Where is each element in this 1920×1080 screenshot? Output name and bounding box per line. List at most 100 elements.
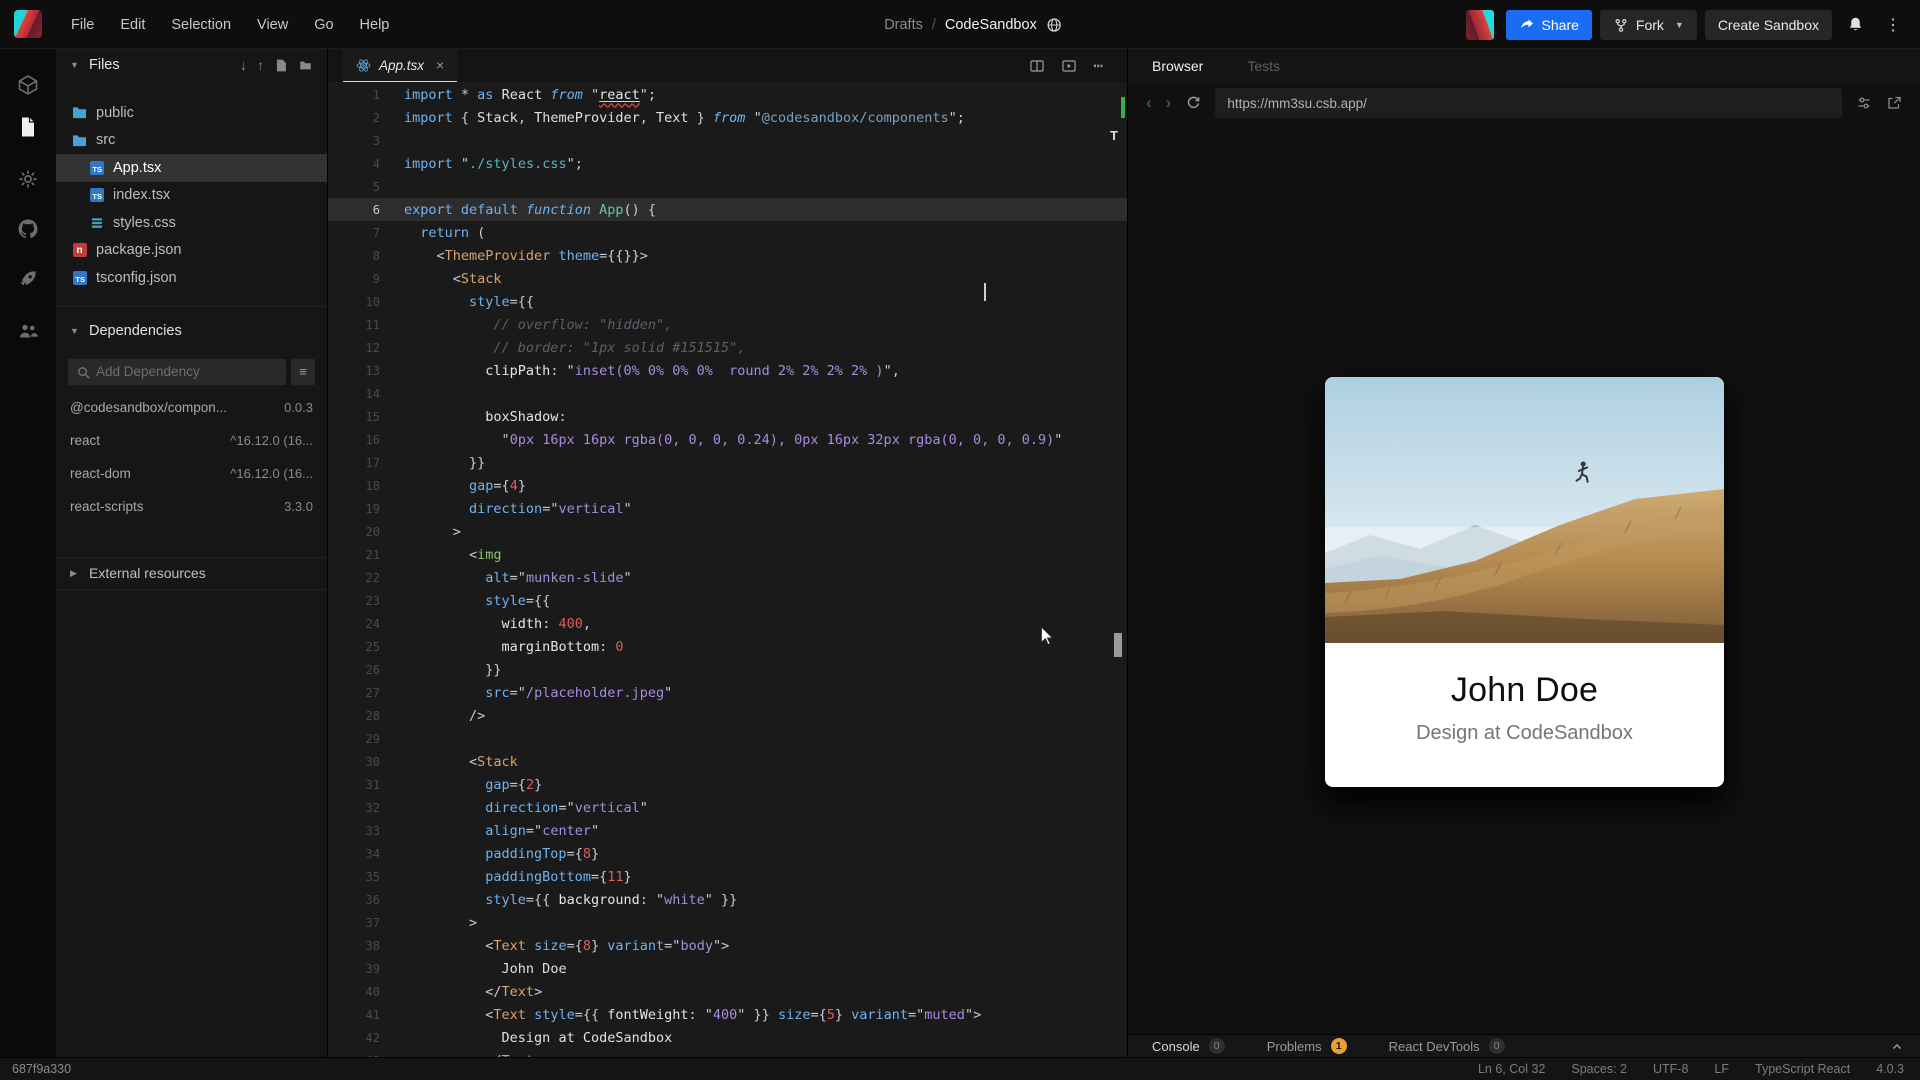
external-resources-header[interactable]: ▶ External resources bbox=[56, 558, 327, 589]
split-view-icon[interactable] bbox=[1029, 58, 1045, 74]
fork-button[interactable]: Fork ▼ bbox=[1599, 9, 1697, 40]
editor-scrollbar[interactable]: T bbox=[1110, 82, 1125, 1057]
line-number: 30 bbox=[365, 754, 380, 769]
tab-tests[interactable]: Tests bbox=[1247, 58, 1280, 74]
devtools-tab-react-devtools[interactable]: React DevTools 0 bbox=[1389, 1038, 1505, 1054]
status-typescript-react[interactable]: TypeScript React bbox=[1755, 1062, 1850, 1076]
code-line-14: 14 bbox=[328, 382, 1127, 405]
dependency-name: react-scripts bbox=[70, 498, 144, 514]
code-line-25: 25 marginBottom: 0 bbox=[328, 635, 1127, 658]
new-folder-icon[interactable] bbox=[298, 58, 313, 72]
editor-more-icon[interactable]: ⋯ bbox=[1093, 56, 1105, 75]
settings-gear-icon[interactable] bbox=[16, 167, 40, 191]
line-number: 7 bbox=[372, 225, 380, 240]
github-icon[interactable] bbox=[16, 217, 40, 241]
scrollbar-handle[interactable] bbox=[1114, 633, 1122, 657]
line-number: 23 bbox=[365, 593, 380, 608]
dependency-version: ^16.12.0 (16... bbox=[230, 432, 313, 448]
url-input[interactable]: https://mm3su.csb.app/ bbox=[1215, 88, 1842, 118]
status-utf-8[interactable]: UTF-8 bbox=[1653, 1062, 1688, 1076]
share-button[interactable]: Share bbox=[1505, 9, 1592, 40]
dependency-filter-icon[interactable]: ≡ bbox=[291, 358, 315, 385]
status-ln-6-col-32[interactable]: Ln 6, Col 32 bbox=[1478, 1062, 1545, 1076]
more-options-icon[interactable]: ⋮ bbox=[1878, 10, 1908, 40]
menu-go[interactable]: Go bbox=[301, 11, 346, 39]
file-label: public bbox=[96, 104, 134, 121]
dependencies-section-header[interactable]: ▼ Dependencies bbox=[56, 315, 327, 347]
code-editor[interactable]: 1 import * as React from "react"; 2 import … bbox=[328, 82, 1127, 1057]
notifications-bell-icon[interactable] bbox=[1840, 10, 1870, 40]
forward-icon[interactable]: › bbox=[1166, 93, 1172, 113]
responsive-preview-icon[interactable] bbox=[1856, 95, 1872, 111]
code-line-6: 6 export default function App() { bbox=[328, 198, 1127, 221]
menu-view[interactable]: View bbox=[244, 11, 301, 39]
back-icon[interactable]: ‹ bbox=[1146, 93, 1152, 113]
file-explorer-icon[interactable] bbox=[16, 115, 40, 139]
dependency-row[interactable]: react-dom ^16.12.0 (16... bbox=[56, 457, 327, 490]
create-sandbox-button[interactable]: Create Sandbox bbox=[1704, 9, 1832, 40]
close-tab-icon[interactable]: × bbox=[436, 57, 444, 73]
breadcrumb: Drafts / CodeSandbox bbox=[884, 0, 1062, 49]
download-icon[interactable]: ↓ bbox=[240, 57, 247, 73]
line-number: 25 bbox=[365, 639, 380, 654]
line-number: 33 bbox=[365, 823, 380, 838]
user-avatar[interactable] bbox=[1465, 9, 1494, 40]
devtools-tab-console[interactable]: Console 0 bbox=[1152, 1038, 1225, 1054]
commit-hash: 687f9a330 bbox=[12, 1062, 72, 1076]
editor-tab-bar: App.tsx × ⋯ bbox=[328, 49, 1127, 82]
ts-icon: TS bbox=[89, 188, 104, 203]
menu-selection[interactable]: Selection bbox=[158, 11, 244, 39]
browser-viewport: John Doe Design at CodeSandbox bbox=[1128, 124, 1920, 1034]
code-line-24: 24 width: 400, bbox=[328, 612, 1127, 635]
preview-play-icon[interactable] bbox=[1061, 58, 1077, 74]
line-number: 34 bbox=[365, 846, 380, 861]
file-styles-css[interactable]: styles.css bbox=[56, 209, 327, 237]
status-4-0-3[interactable]: 4.0.3 bbox=[1876, 1062, 1904, 1076]
code-line-2: 2 import { Stack, ThemeProvider, Text } f… bbox=[328, 106, 1127, 129]
status-bar: 687f9a330 Ln 6, Col 32 Spaces: 2 UTF-8 LF Ty… bbox=[0, 1057, 1920, 1080]
tab-browser[interactable]: Browser bbox=[1152, 58, 1203, 74]
line-number: 39 bbox=[365, 961, 380, 976]
live-users-icon[interactable] bbox=[16, 319, 40, 343]
dependency-row[interactable]: react-scripts 3.3.0 bbox=[56, 490, 327, 523]
files-section-header[interactable]: ▼ Files ↓ ↑ bbox=[56, 49, 327, 81]
dependency-row[interactable]: react ^16.12.0 (16... bbox=[56, 424, 327, 457]
status-spaces-2[interactable]: Spaces: 2 bbox=[1571, 1062, 1627, 1076]
code-line-21: 21 <img bbox=[328, 543, 1127, 566]
add-dependency-input[interactable] bbox=[68, 358, 286, 385]
upload-icon[interactable]: ↑ bbox=[257, 57, 264, 73]
folder-icon bbox=[72, 105, 87, 120]
file-public[interactable]: public bbox=[56, 99, 327, 127]
chevron-up-icon[interactable] bbox=[1890, 1040, 1904, 1053]
breadcrumb-folder[interactable]: Drafts bbox=[884, 17, 923, 33]
code-line-33: 33 align="center" bbox=[328, 819, 1127, 842]
menu-edit[interactable]: Edit bbox=[107, 11, 158, 39]
status-lf[interactable]: LF bbox=[1714, 1062, 1729, 1076]
file-package-json[interactable]: n package.json bbox=[56, 237, 327, 265]
globe-icon[interactable] bbox=[1046, 17, 1062, 33]
code-line-8: 8 <ThemeProvider theme={{}}> bbox=[328, 244, 1127, 267]
tab-app-tsx[interactable]: App.tsx × bbox=[343, 49, 458, 82]
menu-file[interactable]: File bbox=[58, 11, 107, 39]
refresh-icon[interactable] bbox=[1185, 95, 1201, 111]
codesandbox-logo[interactable] bbox=[14, 10, 42, 38]
line-number: 9 bbox=[372, 271, 380, 286]
file-src[interactable]: src bbox=[56, 127, 327, 155]
line-number: 20 bbox=[365, 524, 380, 539]
file-index-tsx[interactable]: TS index.tsx bbox=[56, 182, 327, 210]
menu-help[interactable]: Help bbox=[347, 11, 403, 39]
file-tsconfig-json[interactable]: TS tsconfig.json bbox=[56, 264, 327, 292]
devtools-tab-problems[interactable]: Problems 1 bbox=[1267, 1038, 1347, 1054]
file-app-tsx[interactable]: TS App.tsx bbox=[56, 154, 327, 182]
line-number: 10 bbox=[365, 294, 380, 309]
sandbox-title[interactable]: CodeSandbox bbox=[945, 17, 1037, 33]
sandbox-cube-icon[interactable] bbox=[16, 73, 40, 97]
open-in-new-window-icon[interactable] bbox=[1886, 95, 1902, 111]
dependency-row[interactable]: @codesandbox/compon... 0.0.3 bbox=[56, 391, 327, 424]
new-file-icon[interactable] bbox=[274, 58, 288, 73]
deploy-rocket-icon[interactable] bbox=[16, 267, 40, 291]
code-line-28: 28 /> bbox=[328, 704, 1127, 727]
fork-caret-icon[interactable]: ▼ bbox=[1675, 20, 1684, 30]
line-number: 8 bbox=[372, 248, 380, 263]
file-label: index.tsx bbox=[113, 187, 171, 204]
